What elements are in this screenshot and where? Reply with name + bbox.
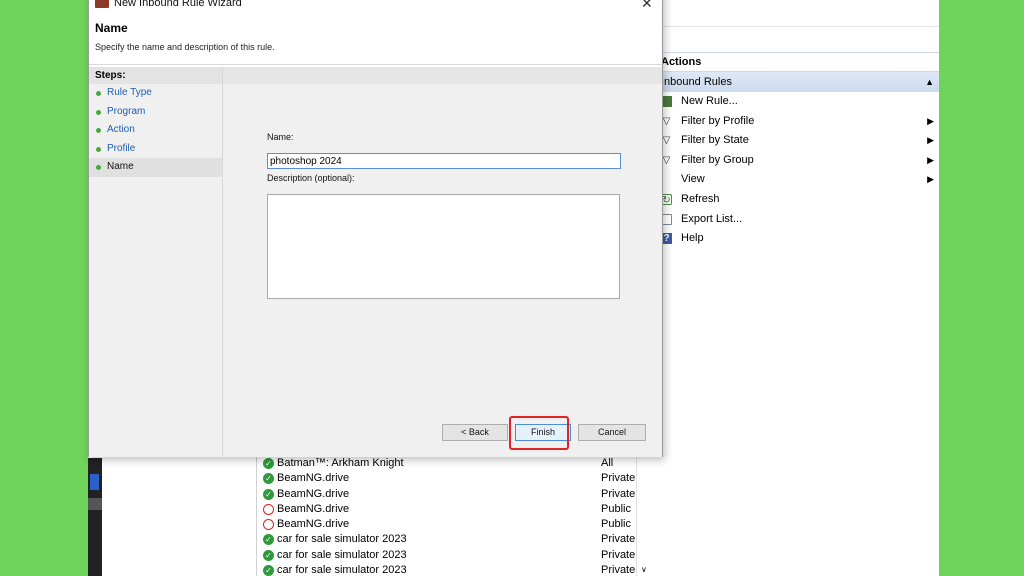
- wizard-titlebar: New Inbound Rule Wizard ✕: [89, 0, 662, 13]
- rules-scrollbar[interactable]: ∨: [636, 456, 653, 576]
- rule-profile: Private: [601, 548, 636, 561]
- collapse-up-icon[interactable]: ▲: [925, 72, 934, 92]
- submenu-arrow-icon: ▶: [927, 115, 934, 126]
- action-label: View: [681, 173, 705, 186]
- allow-check-icon: ✓: [263, 473, 274, 485]
- table-row[interactable]: ✓ car for sale simulator 2023 Private: [257, 548, 657, 563]
- rule-name: BeamNG.drive: [277, 518, 350, 531]
- action-item[interactable]: New Rule...: [657, 92, 939, 112]
- rule-profile: Private: [601, 472, 636, 485]
- action-label: Filter by Profile: [681, 114, 755, 127]
- close-icon[interactable]: ✕: [641, 0, 653, 12]
- name-label: Name:: [267, 132, 294, 142]
- action-item[interactable]: ↻ Refresh: [657, 190, 939, 210]
- allow-check-icon: ✓: [263, 549, 274, 561]
- step-dot-icon: [96, 109, 101, 115]
- scroll-down-icon[interactable]: ∨: [641, 565, 647, 574]
- rule-profile: All: [601, 457, 614, 469]
- page-subtitle: Specify the name and description of this…: [95, 42, 275, 52]
- action-label: Export List...: [681, 212, 743, 225]
- allow-check-icon: ✓: [263, 565, 274, 576]
- step-label: Profile: [107, 142, 136, 154]
- actions-pane: Actions Inbound Rules ▲ New Rule... ▽ Filt…: [656, 52, 939, 576]
- thumbnail-icon: [88, 498, 102, 510]
- action-list: New Rule... ▽ Filter by Profile ▶ ▽ Filter by…: [657, 92, 939, 249]
- rule-profile: Private: [601, 533, 636, 546]
- action-item[interactable]: View ▶: [657, 170, 939, 190]
- rule-profile: Public: [601, 518, 631, 531]
- step-label: Name: [107, 161, 134, 172]
- rule-name: BeamNG.drive: [277, 487, 350, 500]
- rule-profile: Public: [601, 502, 631, 515]
- action-label: Filter by State: [681, 134, 749, 147]
- back-button[interactable]: < Back: [442, 424, 508, 441]
- block-icon: [263, 519, 274, 531]
- action-label: Refresh: [681, 192, 720, 205]
- finish-button[interactable]: Finish: [515, 424, 571, 441]
- step-label: Rule Type: [107, 87, 152, 98]
- submenu-arrow-icon: ▶: [927, 135, 934, 146]
- rule-name: BeamNG.drive: [277, 472, 350, 485]
- action-item[interactable]: Export List...: [657, 210, 939, 230]
- step-label: Action: [107, 124, 135, 135]
- allow-check-icon: ✓: [263, 458, 274, 469]
- wizard-title: New Inbound Rule Wizard: [114, 0, 242, 9]
- name-field[interactable]: [267, 153, 621, 169]
- table-row[interactable]: ✓ car for sale simulator 2023 Private: [257, 532, 657, 547]
- steps-title: Steps:: [89, 67, 222, 84]
- steps-panel: Steps: Rule Type Program Action Profile Name: [89, 67, 223, 457]
- step-dot-icon: [96, 128, 101, 133]
- submenu-arrow-icon: ▶: [927, 154, 934, 165]
- word-icon: [90, 474, 99, 490]
- table-row[interactable]: BeamNG.drive Public: [257, 517, 657, 532]
- description-label: Description (optional):: [267, 173, 355, 183]
- actions-section-label: Inbound Rules: [661, 76, 732, 88]
- rule-name: car for sale simulator 2023: [277, 548, 407, 561]
- inbound-rules-list: ✓ Batman™: Arkham Knight All ✓ BeamNG.drive P…: [256, 456, 657, 576]
- table-row[interactable]: ✓ car for sale simulator 2023 Private: [257, 563, 657, 576]
- table-row[interactable]: BeamNG.drive Public: [257, 502, 657, 517]
- action-item[interactable]: ▽ Filter by State ▶: [657, 131, 939, 151]
- action-item[interactable]: ? Help: [657, 229, 939, 249]
- table-row[interactable]: ✓ BeamNG.drive Private: [257, 487, 657, 502]
- table-row[interactable]: ✓ BeamNG.drive Private: [257, 471, 657, 486]
- block-icon: [263, 503, 274, 515]
- description-field[interactable]: [267, 194, 620, 299]
- firewall-icon: [95, 0, 109, 8]
- step-dot-icon: [96, 146, 101, 152]
- rule-name: car for sale simulator 2023: [277, 564, 407, 576]
- step-item[interactable]: Program: [89, 103, 222, 122]
- action-label: Help: [681, 232, 704, 245]
- step-dot-icon: [96, 165, 101, 170]
- rule-name: car for sale simulator 2023: [277, 533, 407, 546]
- allow-check-icon: ✓: [263, 534, 274, 546]
- rule-profile: Private: [601, 487, 636, 500]
- action-item[interactable]: ▽ Filter by Group ▶: [657, 151, 939, 171]
- step-item[interactable]: Rule Type: [89, 84, 222, 103]
- step-item[interactable]: Name: [89, 158, 222, 177]
- steps-list: Rule Type Program Action Profile Name: [89, 84, 222, 177]
- wizard-content: Name: Description (optional): < Back Fin…: [223, 67, 662, 457]
- rule-name: Batman™: Arkham Knight: [277, 457, 404, 469]
- actions-title: Actions: [657, 52, 939, 72]
- submenu-arrow-icon: ▶: [927, 174, 934, 185]
- step-item[interactable]: Profile: [89, 140, 222, 159]
- new-inbound-rule-wizard: New Inbound Rule Wizard ✕ Name Specify t…: [88, 0, 663, 457]
- step-label: Program: [107, 105, 146, 117]
- action-item[interactable]: ▽ Filter by Profile ▶: [657, 112, 939, 132]
- rule-profile: Private: [601, 564, 636, 576]
- rule-name: BeamNG.drive: [277, 502, 350, 515]
- content-header-band: [223, 67, 662, 84]
- step-dot-icon: [96, 91, 101, 96]
- action-label: Filter by Group: [681, 153, 754, 166]
- actions-section-inbound-rules[interactable]: Inbound Rules ▲: [657, 72, 939, 92]
- page-title: Name: [95, 21, 128, 35]
- action-label: New Rule...: [681, 95, 738, 107]
- background-taskbar-fragment: [88, 458, 102, 576]
- allow-check-icon: ✓: [263, 488, 274, 500]
- header-divider: [89, 64, 662, 65]
- step-item[interactable]: Action: [89, 121, 222, 140]
- cancel-button[interactable]: Cancel: [578, 424, 646, 441]
- table-row[interactable]: ✓ Batman™: Arkham Knight All: [257, 456, 657, 471]
